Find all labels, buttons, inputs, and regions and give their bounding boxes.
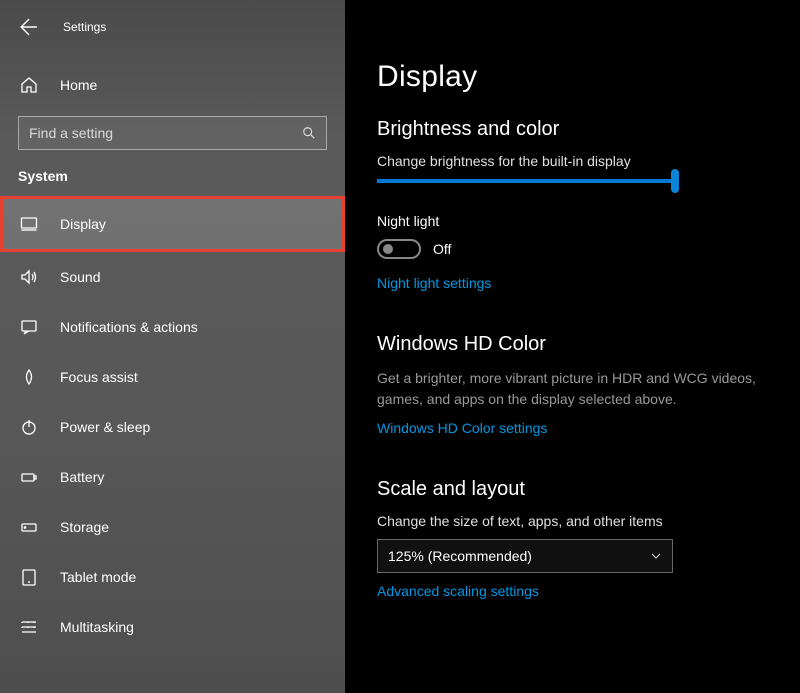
tablet-icon xyxy=(20,568,38,586)
search-box[interactable] xyxy=(18,116,327,150)
sidebar-item-focus-assist[interactable]: Focus assist xyxy=(0,352,345,402)
header-row: Settings xyxy=(0,8,345,46)
sidebar-item-notifications[interactable]: Notifications & actions xyxy=(0,302,345,352)
content-panel: Display Brightness and color Change brig… xyxy=(345,0,800,693)
sidebar-item-sound[interactable]: Sound xyxy=(0,252,345,302)
window-title: Settings xyxy=(63,20,106,34)
sidebar-item-display[interactable]: Display xyxy=(0,196,345,252)
display-icon xyxy=(20,215,38,233)
section-heading-scale: Scale and layout xyxy=(377,478,768,501)
section-hd-color: Windows HD Color Get a brighter, more vi… xyxy=(377,333,768,438)
sound-icon xyxy=(20,268,38,286)
sidebar-item-battery[interactable]: Battery xyxy=(0,452,345,502)
brightness-label: Change brightness for the built-in displ… xyxy=(377,153,768,169)
hd-color-settings-link[interactable]: Windows HD Color settings xyxy=(377,420,547,436)
night-light-toggle[interactable] xyxy=(377,239,421,259)
slider-thumb-icon[interactable] xyxy=(671,169,679,193)
sidebar-item-multitasking[interactable]: Multitasking xyxy=(0,602,345,652)
toggle-knob-icon xyxy=(383,244,393,254)
home-icon xyxy=(20,76,38,94)
sidebar-item-label: Notifications & actions xyxy=(60,319,198,335)
sidebar-item-label: Sound xyxy=(60,269,100,285)
section-heading-hd-color: Windows HD Color xyxy=(377,333,768,356)
sidebar-item-storage[interactable]: Storage xyxy=(0,502,345,552)
night-light-label: Night light xyxy=(377,213,768,229)
section-heading-brightness: Brightness and color xyxy=(377,118,768,141)
sidebar-item-label: Focus assist xyxy=(60,369,138,385)
night-light-state: Off xyxy=(433,241,451,257)
storage-icon xyxy=(20,518,38,536)
scale-dropdown[interactable]: 125% (Recommended) xyxy=(377,539,673,573)
sidebar-item-label: Multitasking xyxy=(60,619,134,635)
search-input[interactable] xyxy=(29,125,290,141)
scale-label: Change the size of text, apps, and other… xyxy=(377,513,768,529)
sidebar-item-label: Display xyxy=(60,216,106,232)
chevron-down-icon xyxy=(650,550,662,562)
section-title-system: System xyxy=(0,150,345,196)
section-brightness: Brightness and color Change brightness f… xyxy=(377,118,768,293)
search-icon xyxy=(302,126,316,140)
brightness-slider[interactable] xyxy=(377,179,677,183)
focus-icon xyxy=(20,368,38,386)
notifications-icon xyxy=(20,318,38,336)
sidebar-item-label: Power & sleep xyxy=(60,419,150,435)
night-light-settings-link[interactable]: Night light settings xyxy=(377,275,491,291)
sidebar-item-home[interactable]: Home xyxy=(0,62,345,108)
home-label: Home xyxy=(60,77,97,93)
battery-icon xyxy=(20,468,38,486)
sidebar-item-label: Battery xyxy=(60,469,104,485)
page-title: Display xyxy=(377,60,768,94)
night-light-toggle-row: Off xyxy=(377,239,768,259)
scale-dropdown-value: 125% (Recommended) xyxy=(388,548,532,564)
sidebar-item-label: Tablet mode xyxy=(60,569,136,585)
back-arrow-icon[interactable] xyxy=(20,18,38,36)
power-icon xyxy=(20,418,38,436)
sidebar-item-power-sleep[interactable]: Power & sleep xyxy=(0,402,345,452)
sidebar-item-label: Storage xyxy=(60,519,109,535)
multitasking-icon xyxy=(20,618,38,636)
advanced-scaling-link[interactable]: Advanced scaling settings xyxy=(377,583,539,599)
sidebar-item-tablet-mode[interactable]: Tablet mode xyxy=(0,552,345,602)
search-container xyxy=(0,116,345,150)
section-scale-layout: Scale and layout Change the size of text… xyxy=(377,478,768,601)
hd-color-description: Get a brighter, more vibrant picture in … xyxy=(377,368,768,410)
sidebar: Settings Home System Display Sound xyxy=(0,0,345,693)
